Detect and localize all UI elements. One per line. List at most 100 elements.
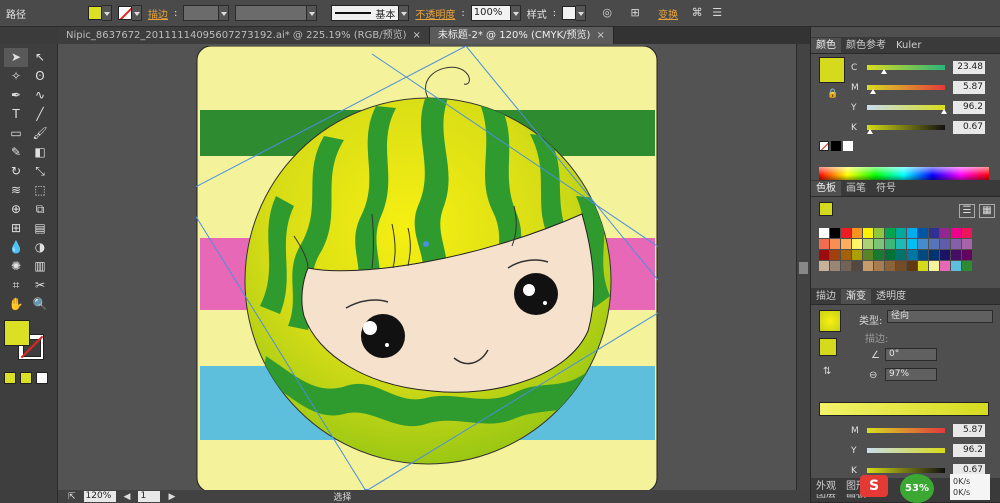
align-icon[interactable]: ⊞ xyxy=(628,6,642,20)
m-slider[interactable] xyxy=(867,428,945,433)
white-swatch[interactable] xyxy=(843,141,853,151)
y-value[interactable]: 96.2 xyxy=(953,444,985,457)
tab-color[interactable]: 颜色 xyxy=(811,38,841,53)
tab-document-2[interactable]: 未标题-2* @ 120% (CMYK/预览) × xyxy=(429,27,614,44)
network-monitor-badge[interactable]: 53% xyxy=(900,474,934,503)
tab-document-1[interactable]: Nipic_8637672_20111114095607273192.ai* @… xyxy=(58,27,430,44)
zoom-input[interactable]: 120% xyxy=(83,491,116,502)
tab-swatches[interactable]: 色板 xyxy=(811,181,841,196)
stroke-weight-dropdown[interactable] xyxy=(183,5,230,21)
tab-color-guide[interactable]: 颜色参考 xyxy=(841,38,891,53)
gradient-slider[interactable] xyxy=(819,402,989,416)
swatch-fill-preview[interactable] xyxy=(819,202,833,216)
eyedropper-tool-icon[interactable]: 💧 xyxy=(4,238,28,257)
line-tool-icon[interactable]: ╱ xyxy=(28,105,52,124)
lasso-tool-icon[interactable]: ʘ xyxy=(28,67,52,86)
tab-brushes[interactable]: 画笔 xyxy=(841,181,871,196)
panel-menu-icon[interactable]: ☰ xyxy=(710,6,724,20)
graphic-style-dropdown[interactable] xyxy=(562,5,587,21)
shape-builder-tool-icon[interactable]: ⊕ xyxy=(4,200,28,219)
k-slider[interactable] xyxy=(867,125,945,134)
gradient-origin-handle[interactable] xyxy=(423,241,429,247)
pen-tool-icon[interactable]: ✒ xyxy=(4,86,28,105)
aspect-input[interactable]: 97% xyxy=(885,368,937,381)
none-swatch[interactable] xyxy=(819,141,829,151)
type-tool-icon[interactable]: T xyxy=(4,105,28,124)
free-transform-tool-icon[interactable]: ⬚ xyxy=(28,181,52,200)
width-tool-icon[interactable]: ≋ xyxy=(4,181,28,200)
vertical-scrollbar[interactable] xyxy=(796,44,810,490)
k-value[interactable]: 0.67 xyxy=(953,121,985,134)
eraser-tool-icon[interactable]: ◧ xyxy=(28,143,52,162)
fill-stroke-widget[interactable] xyxy=(4,320,50,370)
variable-width-dropdown[interactable] xyxy=(235,5,318,21)
opacity-label[interactable]: 不透明度 xyxy=(415,6,455,21)
curvature-tool-icon[interactable]: ∿ xyxy=(28,86,52,105)
tab-gradient[interactable]: 渐变 xyxy=(841,289,871,304)
gradient-type-select[interactable]: 径向 xyxy=(887,310,993,323)
close-icon[interactable]: × xyxy=(596,27,604,44)
symbol-sprayer-tool-icon[interactable]: ✺ xyxy=(4,257,28,276)
slice-tool-icon[interactable]: ✂ xyxy=(28,276,52,295)
paintbrush-tool-icon[interactable]: 🖌 xyxy=(28,124,52,143)
scale-tool-icon[interactable]: ⤡ xyxy=(28,162,52,181)
tab-appearance[interactable]: 外观 xyxy=(811,479,841,494)
transform-label[interactable]: 变换 xyxy=(658,6,678,21)
prev-artboard-icon[interactable]: ◀ xyxy=(124,492,131,502)
close-icon[interactable]: × xyxy=(413,27,421,44)
tab-transparency[interactable]: 透明度 xyxy=(871,289,911,304)
recolor-artwork-icon[interactable]: ◎ xyxy=(600,6,614,20)
swatch-grid[interactable] xyxy=(819,228,972,271)
y-slider[interactable] xyxy=(867,448,945,453)
magic-wand-tool-icon[interactable]: ✧ xyxy=(4,67,28,86)
canvas-area[interactable] xyxy=(58,44,810,490)
artboard-tool-icon[interactable]: ⌗ xyxy=(4,276,28,295)
rectangle-tool-icon[interactable]: ▭ xyxy=(4,124,28,143)
list-view-icon[interactable]: ☰ xyxy=(959,204,975,218)
ime-icon[interactable]: S xyxy=(860,471,898,503)
gradient-preview[interactable] xyxy=(819,310,841,332)
zoom-tool-icon[interactable]: 🔍 xyxy=(28,295,52,314)
tab-layers[interactable]: 图层 xyxy=(811,494,841,502)
tab-kuler[interactable]: Kuler xyxy=(891,38,926,53)
y-value[interactable]: 96.2 xyxy=(953,101,985,114)
fill-indicator[interactable] xyxy=(4,320,30,346)
color-button[interactable] xyxy=(4,372,16,384)
pencil-tool-icon[interactable]: ✎ xyxy=(4,143,28,162)
brush-definition-dropdown[interactable]: 基本 xyxy=(331,5,410,21)
m-value[interactable]: 5.87 xyxy=(953,424,985,437)
angle-input[interactable]: 0° xyxy=(885,348,937,361)
fill-color-dropdown[interactable] xyxy=(88,5,112,21)
gradient-button[interactable] xyxy=(20,372,32,384)
isolate-icon[interactable]: ⌘ xyxy=(690,6,704,20)
tab-stroke[interactable]: 描边 xyxy=(811,289,841,304)
grid-view-icon[interactable]: ▦ xyxy=(979,204,995,218)
mesh-tool-icon[interactable]: ⊞ xyxy=(4,219,28,238)
lock-icon[interactable]: 🔒 xyxy=(827,89,838,99)
c-value[interactable]: 23.48 xyxy=(953,61,985,74)
gradient-fill-swatch[interactable] xyxy=(819,338,837,356)
scrollbar-thumb[interactable] xyxy=(799,262,808,274)
artboard[interactable] xyxy=(196,46,658,490)
blend-tool-icon[interactable]: ◑ xyxy=(28,238,52,257)
column-graph-tool-icon[interactable]: ▥ xyxy=(28,257,52,276)
stroke-color-dropdown[interactable] xyxy=(118,5,142,21)
m-value[interactable]: 5.87 xyxy=(953,81,985,94)
black-swatch[interactable] xyxy=(831,141,841,151)
m-slider[interactable] xyxy=(867,85,945,94)
direct-selection-tool-icon[interactable]: ↖ xyxy=(28,48,52,67)
arrange-icon[interactable]: ⇱ xyxy=(68,492,76,502)
tab-symbols[interactable]: 符号 xyxy=(871,181,901,196)
gradient-tool-icon[interactable]: ▤ xyxy=(28,219,52,238)
selection-tool-icon[interactable]: ➤ xyxy=(4,48,28,67)
next-artboard-icon[interactable]: ▶ xyxy=(168,492,175,502)
reverse-gradient-icon[interactable]: ⇅ xyxy=(823,366,831,377)
stroke-label[interactable]: 描边 xyxy=(148,6,168,21)
y-slider[interactable] xyxy=(867,105,947,114)
current-color-swatch[interactable] xyxy=(819,57,845,83)
c-slider[interactable] xyxy=(867,65,945,74)
none-button[interactable] xyxy=(36,372,48,384)
opacity-dropdown[interactable]: 100% xyxy=(470,5,521,21)
rotate-tool-icon[interactable]: ↻ xyxy=(4,162,28,181)
perspective-tool-icon[interactable]: ⧉ xyxy=(28,200,52,219)
